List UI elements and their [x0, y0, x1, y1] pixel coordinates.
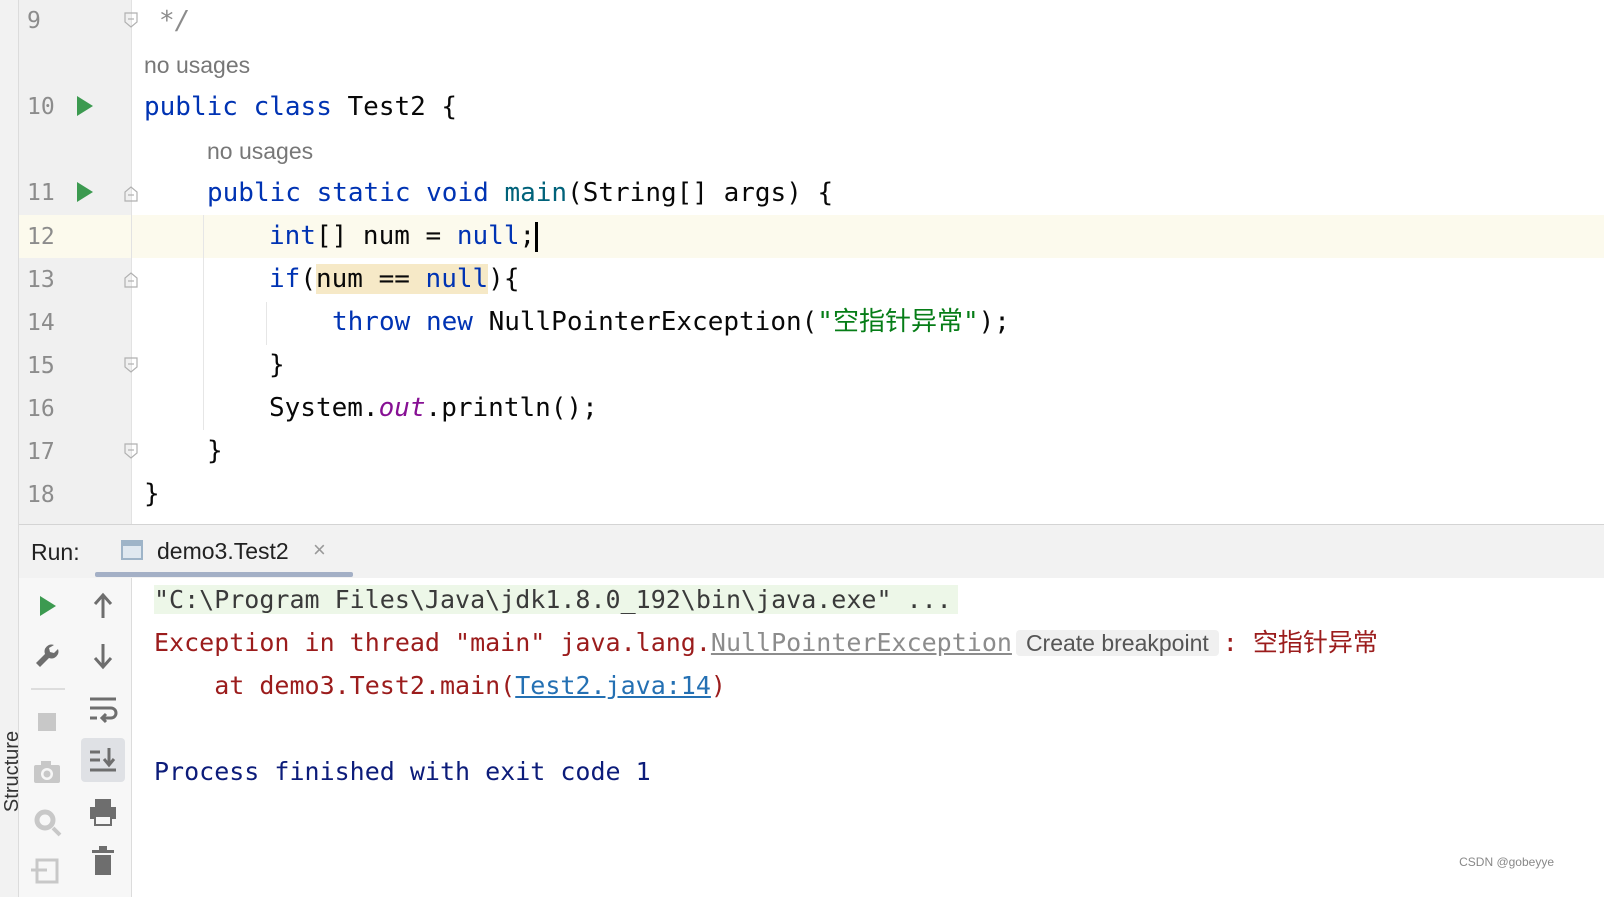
soft-wrap-icon[interactable]	[83, 688, 123, 728]
line-number: 18	[27, 482, 55, 508]
current-line-highlight	[19, 215, 1604, 258]
code-editor[interactable]: 9 */ no usages 10 public class Test2 { n…	[19, 0, 1604, 524]
code-text: System.	[269, 393, 379, 423]
exception-class-link[interactable]: NullPointerException	[711, 628, 1012, 657]
string-literal: "空指针异常"	[817, 307, 979, 337]
code-line-9: */	[159, 6, 191, 36]
print-icon[interactable]	[83, 792, 123, 832]
fold-end-icon[interactable]	[124, 357, 138, 373]
method-params: (String[] args) {	[567, 178, 834, 208]
run-tab-title: demo3.Test2	[157, 538, 289, 564]
static-field: out	[378, 393, 426, 423]
usages-hint[interactable]: no usages	[207, 138, 313, 165]
watermark: CSDN @gobeyye	[1459, 855, 1554, 869]
fold-end-icon[interactable]	[124, 443, 138, 459]
toolbar-separator	[31, 688, 65, 690]
code-line-18: }	[144, 479, 160, 509]
run-toolbar-primary	[19, 578, 75, 897]
line-number: 17	[27, 439, 55, 465]
line-number: 12	[27, 224, 55, 250]
keyword-int: int	[269, 221, 316, 251]
wrench-icon[interactable]	[27, 636, 67, 676]
method-name: main	[504, 178, 568, 208]
run-gutter-icon[interactable]	[77, 182, 93, 202]
text-caret	[535, 221, 539, 252]
run-panel-header: Run: demo3.Test2 ×	[19, 524, 1604, 579]
line-number: 14	[27, 310, 55, 336]
console-window-icon	[121, 540, 143, 560]
keyword-class: class	[253, 92, 332, 122]
line-number: 15	[27, 353, 55, 379]
code-line-10: public class Test2 {	[144, 92, 457, 122]
java-command[interactable]: "C:\Program Files\Java\jdk1.8.0_192\bin\…	[154, 585, 958, 614]
stop-icon[interactable]	[27, 702, 67, 742]
keyword-static: static	[316, 178, 411, 208]
keyword-new: new	[425, 307, 473, 337]
stacktrace-text: )	[710, 671, 726, 700]
exception-text: Exception in thread "main" java.lang.	[154, 628, 711, 657]
line-number: 13	[27, 267, 55, 293]
tool-window-strip: Structure	[0, 0, 23, 897]
keyword-null: null	[456, 221, 520, 251]
active-tab-indicator	[95, 572, 353, 577]
indent-guide	[203, 215, 204, 430]
rerun-icon[interactable]	[27, 586, 67, 626]
code-text: (	[300, 264, 316, 294]
code-line-12: int[] num = null;	[269, 221, 539, 252]
keyword-public: public	[144, 92, 238, 122]
trash-icon[interactable]	[83, 840, 123, 880]
console-output[interactable]: "C:\Program Files\Java\jdk1.8.0_192\bin\…	[132, 578, 1604, 897]
line-number: 9	[27, 8, 41, 34]
line-number: 11	[27, 180, 55, 206]
run-tab-demo3[interactable]: demo3.Test2 ×	[95, 525, 353, 577]
camera-icon[interactable]	[27, 752, 67, 792]
console-line-command: "C:\Program Files\Java\jdk1.8.0_192\bin\…	[154, 584, 958, 616]
line-number: 16	[27, 396, 55, 422]
code-line-13: if(num == null){	[269, 264, 519, 294]
run-gutter-icon[interactable]	[77, 96, 93, 116]
code-text: ){	[488, 264, 520, 294]
code-text: );	[978, 307, 1010, 337]
code-text: .println();	[425, 393, 598, 423]
console-line-finished: Process finished with exit code 1	[154, 757, 651, 786]
code-line-11: public static void main(String[] args) {	[207, 178, 833, 208]
fold-end-icon[interactable]	[124, 12, 138, 28]
close-icon[interactable]: ×	[313, 537, 326, 563]
code-text: [] num =	[315, 221, 457, 251]
stacktrace-text: at demo3.Test2.main(	[154, 671, 516, 700]
source-location-link[interactable]: Test2.java:14	[515, 671, 711, 700]
code-line-14: throw new NullPointerException("空指针异常");	[332, 307, 1010, 337]
keyword-if: if	[269, 264, 301, 294]
scroll-to-end-icon[interactable]	[83, 740, 123, 780]
fold-start-icon[interactable]	[124, 272, 138, 288]
create-breakpoint-button[interactable]: Create breakpoint	[1015, 630, 1219, 656]
code-line-16: System.out.println();	[269, 393, 598, 423]
gear-icon[interactable]	[27, 802, 67, 842]
exception-message: : 空指针异常	[1222, 628, 1378, 657]
arrow-down-icon[interactable]	[83, 636, 123, 676]
run-toolbar-secondary	[75, 578, 132, 897]
class-name: Test2 {	[347, 92, 458, 122]
code-text: ;	[519, 221, 536, 251]
console-line-exception: Exception in thread "main" java.lang.Nul…	[154, 627, 1378, 659]
keyword-throw: throw	[332, 307, 411, 337]
keyword-void: void	[426, 178, 489, 208]
indent-guide	[266, 302, 267, 345]
console-line-stacktrace: at demo3.Test2.main(Test2.java:14)	[154, 670, 726, 702]
keyword-null: null	[425, 264, 489, 294]
code-text: NullPointerException(	[488, 307, 818, 337]
arrow-up-icon[interactable]	[83, 586, 123, 626]
run-label: Run:	[31, 539, 80, 565]
usages-hint[interactable]: no usages	[144, 52, 250, 79]
line-number: 10	[27, 94, 55, 120]
keyword-public: public	[207, 178, 301, 208]
code-text: num ==	[315, 264, 426, 294]
code-line-15: }	[269, 350, 285, 380]
fold-start-icon[interactable]	[124, 186, 138, 202]
code-line-17: }	[207, 436, 223, 466]
exit-icon[interactable]	[27, 850, 67, 890]
